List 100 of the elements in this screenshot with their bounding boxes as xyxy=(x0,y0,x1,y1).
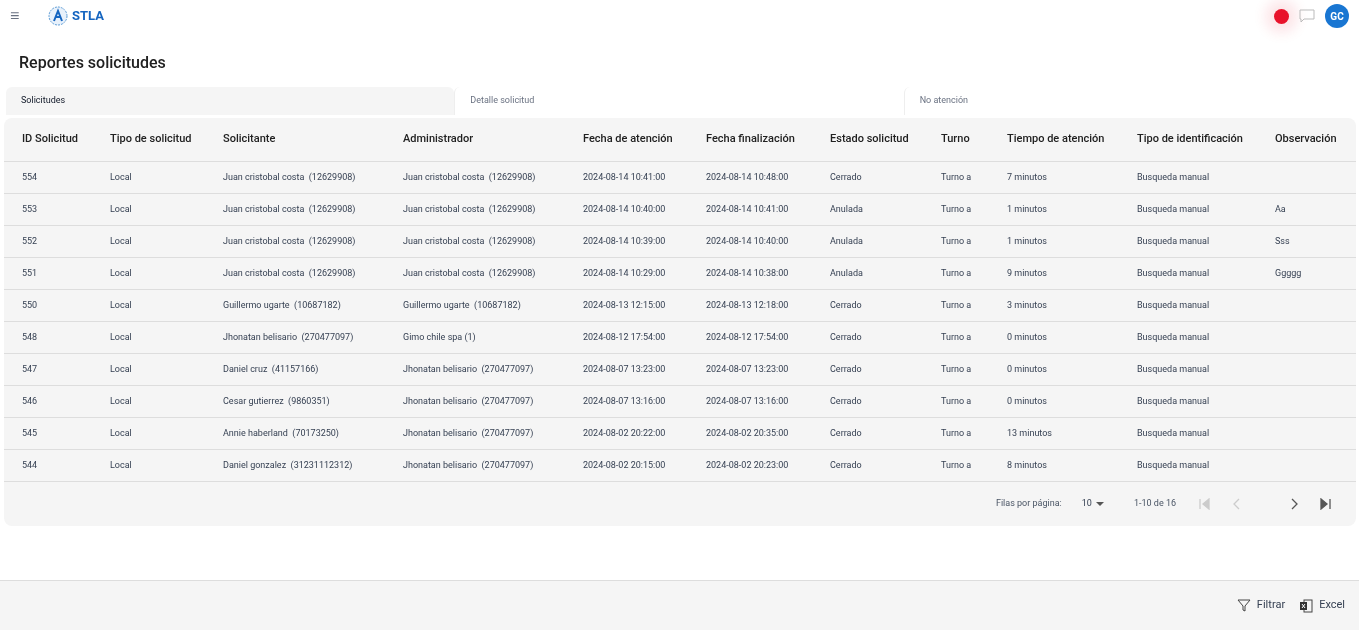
table-cell-text: Busqueda manual xyxy=(1137,458,1211,472)
table-cell-text: Turno a xyxy=(941,266,973,280)
table-cell-text: Juan cristobal costa (12629908) xyxy=(403,234,537,248)
table-cell-text: Cerrado xyxy=(830,426,863,440)
table-cell-text: Jhonatan belisario (270477097) xyxy=(223,330,355,344)
table-cell-text: 547 xyxy=(22,362,39,376)
table-cell-text: Juan cristobal costa (12629908) xyxy=(403,202,537,216)
table-cell-text: 545 xyxy=(22,426,39,440)
table-cell-text: Busqueda manual xyxy=(1137,426,1211,440)
page-range: 1-10 de 16 xyxy=(1133,497,1176,511)
column-header: Observación xyxy=(1275,131,1338,148)
table-cell-text: 2024-08-02 20:15:00 xyxy=(583,458,667,472)
table-cell-text: Anulada xyxy=(830,234,864,248)
table-cell-text: Turno a xyxy=(941,458,973,472)
table-cell-text: Daniel gonzalez (31231112312) xyxy=(223,458,354,472)
table-cell-text: Juan cristobal costa (12629908) xyxy=(223,202,357,216)
table-cell-text: Turno a xyxy=(941,234,973,248)
table-cell-text: 551 xyxy=(22,266,39,280)
table-cell-text: 2024-08-14 10:40:00 xyxy=(706,234,790,248)
table-cell-text: 2024-08-14 10:41:00 xyxy=(706,202,790,216)
table-cell-text: 554 xyxy=(22,170,39,184)
table-cell-text: Local xyxy=(110,170,133,184)
table-cell-text: Jhonatan belisario (270477097) xyxy=(403,394,535,408)
table-cell-text: Annie haberland (70173250) xyxy=(223,426,340,440)
table-cell-text: Juan cristobal costa (12629908) xyxy=(223,266,357,280)
table-cell-text: Local xyxy=(110,266,133,280)
table-cell-text: Cerrado xyxy=(830,394,863,408)
table-cell-text: Gimo chile spa (1) xyxy=(403,330,477,344)
filter-button[interactable]: Filtrar xyxy=(1236,597,1286,614)
table-cell-text: Anulada xyxy=(830,266,864,280)
rows-per-page-select[interactable]: 10 xyxy=(1081,497,1104,511)
table-cell-text: Guillermo ugarte (10687182) xyxy=(403,298,522,312)
table-cell-text: Juan cristobal costa (12629908) xyxy=(223,170,357,184)
table-cell-text: Juan cristobal costa (12629908) xyxy=(403,170,537,184)
table-cell-text: Guillermo ugarte (10687182) xyxy=(223,298,342,312)
table-cell-text: Local xyxy=(110,298,133,312)
table-cell-text: 544 xyxy=(22,458,39,472)
table-cell-text: 2024-08-07 13:16:00 xyxy=(706,394,790,408)
table-cell-text: 2024-08-02 20:35:00 xyxy=(706,426,790,440)
table-cell-text: 13 minutos xyxy=(1007,426,1053,440)
table-cell-text: Cerrado xyxy=(830,170,863,184)
menu-icon[interactable]: ≡ xyxy=(10,8,26,24)
table-cell-text: 553 xyxy=(22,202,39,216)
table-cell-text: Cerrado xyxy=(830,362,863,376)
table-cell-text: Ggggg xyxy=(1275,266,1303,280)
first-page-icon xyxy=(1198,498,1210,510)
table-cell-text: Busqueda manual xyxy=(1137,362,1211,376)
table-cell-text: 2024-08-12 17:54:00 xyxy=(706,330,790,344)
table-cell-text: 2024-08-14 10:41:00 xyxy=(583,170,667,184)
spreadsheet-icon xyxy=(1299,598,1314,613)
logo-icon xyxy=(48,6,68,26)
column-header: Tipo de identificación xyxy=(1137,131,1244,148)
table-cell-text: Busqueda manual xyxy=(1137,298,1211,312)
column-header: Estado solicitud xyxy=(830,131,910,148)
table-cell-text: 550 xyxy=(22,298,39,312)
table-cell-text: Turno a xyxy=(941,202,973,216)
caret-icon xyxy=(1095,502,1104,506)
table-cell-text: Sss xyxy=(1275,234,1291,248)
table-cell-text: Local xyxy=(110,362,133,376)
table-cell-text: Turno a xyxy=(941,170,973,184)
table-cell-text: Busqueda manual xyxy=(1137,170,1211,184)
table-cell-text: Turno a xyxy=(941,362,973,376)
column-header: Fecha finalización xyxy=(706,131,796,148)
table-cell-text: Local xyxy=(110,426,133,440)
column-header: Tiempo de atención xyxy=(1007,131,1106,148)
column-header: ID Solicitud xyxy=(22,131,80,148)
filter-icon xyxy=(1236,599,1251,612)
table-cell-text: Cerrado xyxy=(830,330,863,344)
column-header: Administrador xyxy=(403,131,475,148)
table-cell-text: Turno a xyxy=(941,330,973,344)
tab[interactable]: Solicitudes xyxy=(6,87,455,115)
table-cell-text: 8 minutos xyxy=(1007,458,1048,472)
table-cell-text: 0 minutos xyxy=(1007,394,1048,408)
table-cell-text: 2024-08-14 10:39:00 xyxy=(583,234,667,248)
table-cell-text: 546 xyxy=(22,394,39,408)
table-cell-text: 2024-08-07 13:23:00 xyxy=(706,362,790,376)
table-cell-text: 0 minutos xyxy=(1007,362,1048,376)
table-cell-text: 2024-08-14 10:48:00 xyxy=(706,170,790,184)
table-cell-text: 2024-08-14 10:29:00 xyxy=(583,266,667,280)
table-cell-text: 1 minutos xyxy=(1007,202,1048,216)
table-cell-text: 9 minutos xyxy=(1007,266,1048,280)
page-title: Reportes solicitudes xyxy=(19,52,167,73)
brand-name: STLA xyxy=(72,7,104,26)
rows-per-page-label: Filas por página: xyxy=(995,497,1062,511)
table-cell-text: 548 xyxy=(22,330,39,344)
table-cell-text: Turno a xyxy=(941,394,973,408)
table-cell-text: Juan cristobal costa (12629908) xyxy=(403,266,537,280)
table-cell-text: 2024-08-02 20:22:00 xyxy=(583,426,667,440)
table-cell-text: 2024-08-07 13:23:00 xyxy=(583,362,667,376)
excel-button[interactable]: Excel xyxy=(1299,597,1345,614)
chat-icon[interactable] xyxy=(1299,9,1315,23)
table-cell-text: Jhonatan belisario (270477097) xyxy=(403,426,535,440)
table-cell-text: 7 minutos xyxy=(1007,170,1048,184)
user-avatar[interactable]: GC xyxy=(1325,4,1349,28)
table-cell-text: 2024-08-12 17:54:00 xyxy=(583,330,667,344)
last-page-icon xyxy=(1320,498,1332,510)
table-cell-text: 2024-08-02 20:23:00 xyxy=(706,458,790,472)
table-cell-text: 2024-08-13 12:18:00 xyxy=(706,298,790,312)
table-cell-text: 1 minutos xyxy=(1007,234,1048,248)
table-cell-text: 0 minutos xyxy=(1007,330,1048,344)
